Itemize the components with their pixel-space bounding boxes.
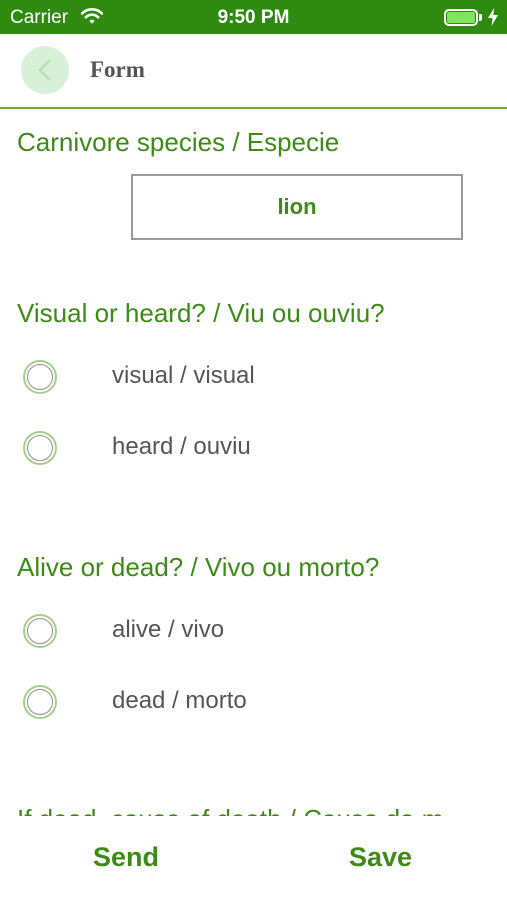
status-time: 9:50 PM [217,7,290,28]
visual-heard-label: Visual or heard? / Viu ou ouviu? [17,298,385,328]
radio-option-alive[interactable]: alive / vivo [0,606,507,656]
back-button[interactable] [21,46,69,94]
cause-of-death-label: If dead, cause of death / Causa da m [17,803,443,816]
species-label: Carnivore species / Especie [17,127,340,157]
battery-icon [444,9,484,26]
radio-option-heard[interactable]: heard / ouviu [0,423,507,473]
charging-bolt-icon [488,8,498,26]
radio-button[interactable] [23,614,57,648]
radio-option-visual[interactable]: visual / visual [0,352,507,402]
radio-option-dead[interactable]: dead / morto [0,677,507,727]
navigation-bar: Form [0,34,507,109]
radio-button[interactable] [23,685,57,719]
radio-label: alive / vivo [112,616,225,643]
send-button[interactable]: Send [93,840,159,874]
alive-dead-label: Alive or dead? / Vivo ou morto? [17,552,380,582]
species-input[interactable]: lion [131,174,463,240]
bottom-toolbar: Send Save [0,816,507,900]
chevron-left-icon [38,59,51,81]
form-content[interactable]: Carnivore species / Especie lion Visual … [0,109,507,816]
radio-label: visual / visual [112,362,255,389]
radio-button[interactable] [23,360,57,394]
radio-button[interactable] [23,431,57,465]
radio-label: heard / ouviu [112,433,251,460]
radio-label: dead / morto [112,687,247,714]
page-title: Form [90,57,145,82]
status-bar: Carrier 9:50 PM [0,0,507,34]
save-button[interactable]: Save [349,840,412,874]
